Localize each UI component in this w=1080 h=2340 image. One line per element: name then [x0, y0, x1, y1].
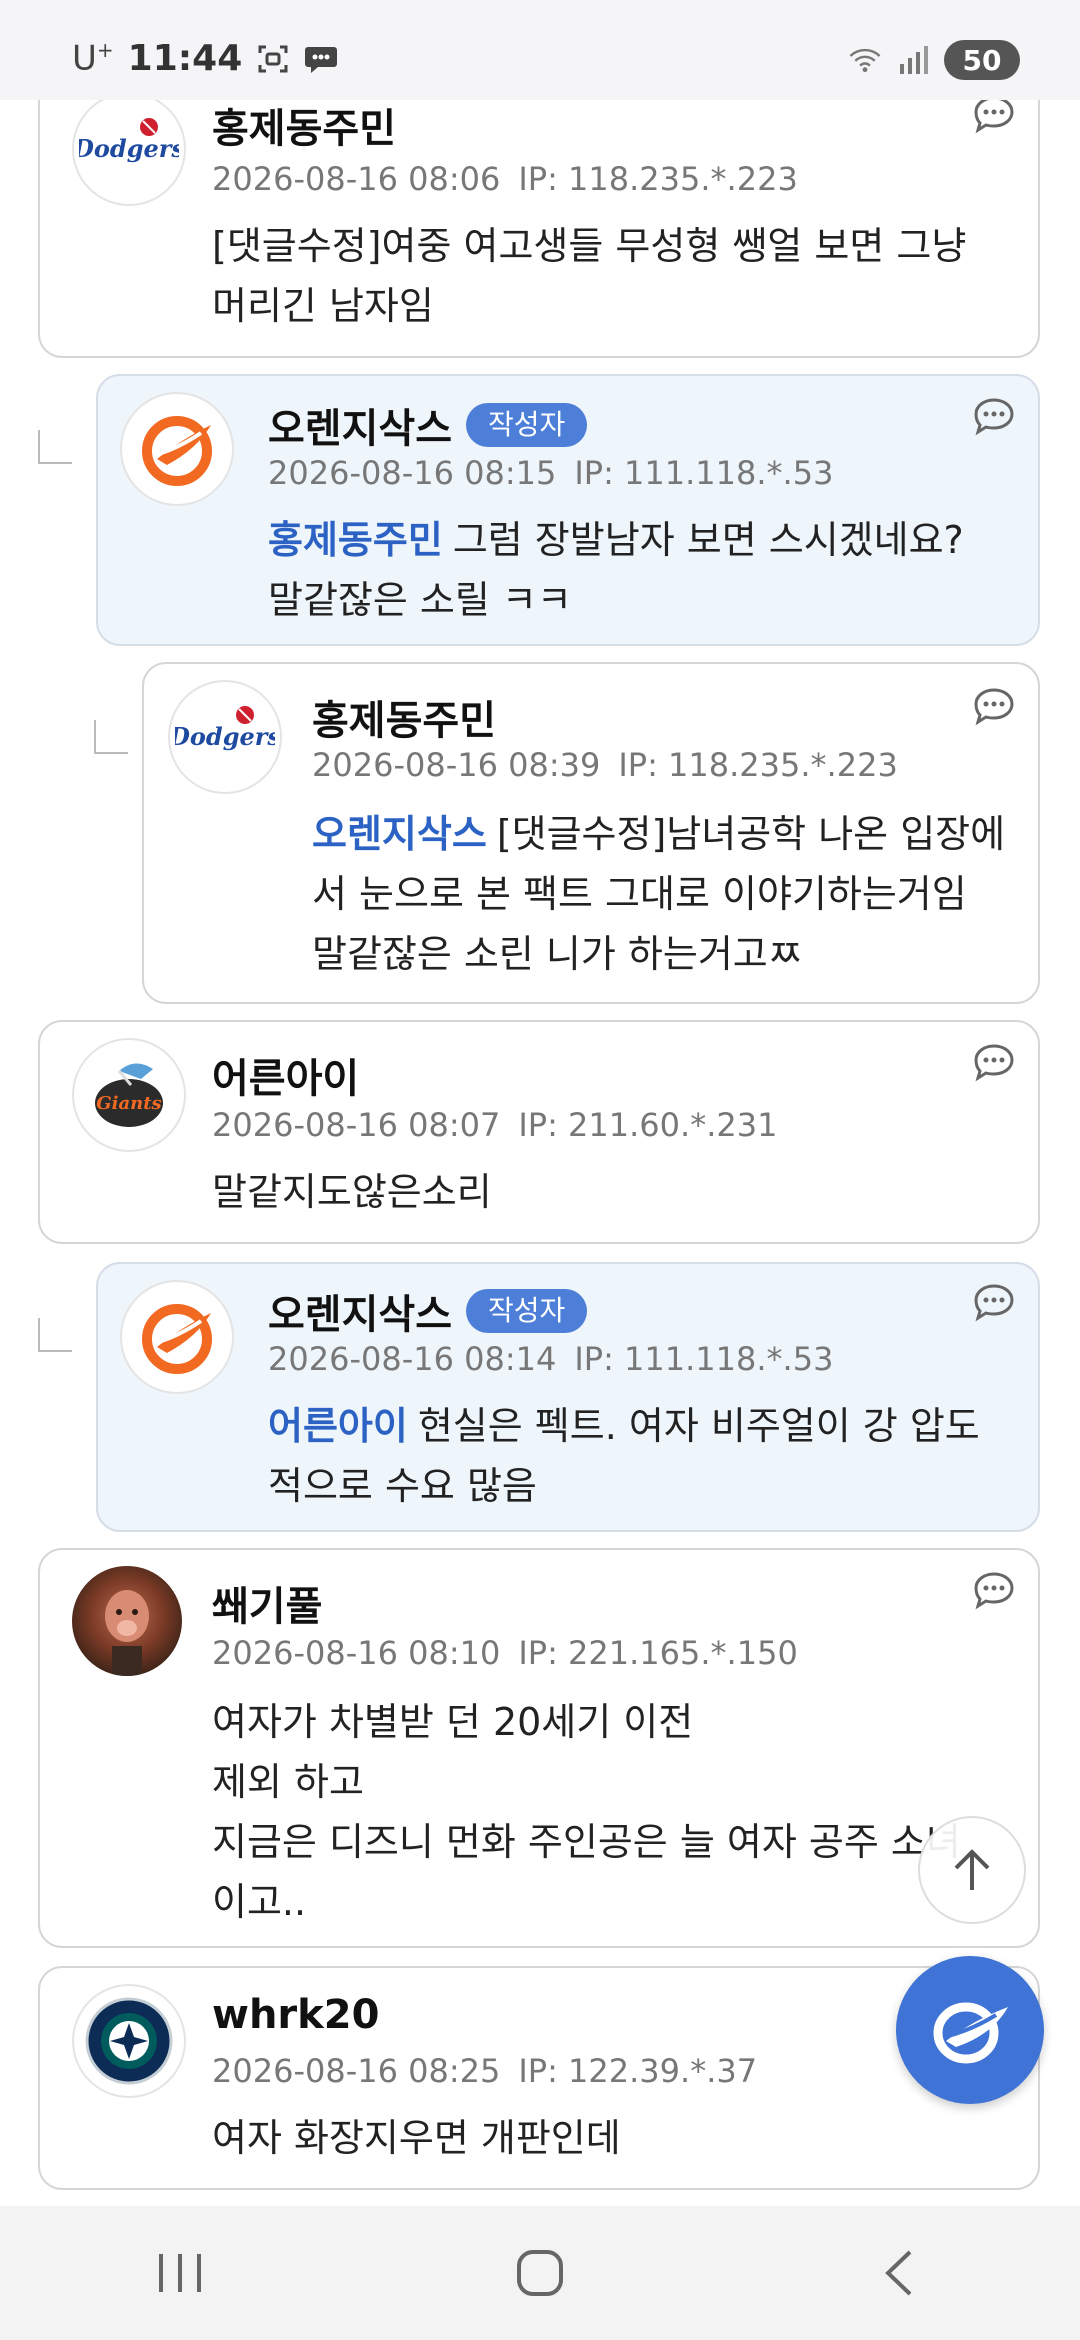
comment-card: 쐐기풀 2026-08-16 08:10 IP: 221.165.*.150 여자…	[38, 1548, 1040, 1948]
back-icon	[885, 2250, 912, 2296]
reply-card: Dodgers 홍제동주민 2026-08-16 08:39IP: 118.23…	[142, 662, 1040, 1004]
back-button[interactable]	[840, 2233, 960, 2313]
comment-author[interactable]: 오렌지삭스 작성자	[268, 1282, 588, 1340]
comment-body: 말같지도않은소리	[212, 1170, 492, 1214]
avatar-mariners-logo[interactable]	[72, 1984, 186, 2098]
screenshot-icon	[256, 42, 290, 76]
comment-card: whrk20 2026-08-16 08:25 IP: 122.39.*.37 여…	[38, 1966, 1040, 2190]
svg-text:Dodgers: Dodgers	[175, 722, 275, 751]
reply-connector	[94, 720, 128, 754]
reply-comment-icon[interactable]	[972, 1042, 1016, 1082]
comment-meta: 2026-08-16 08:06 IP: 118.235.*.223	[212, 160, 798, 198]
avatar-dodgers-logo[interactable]: Dodgers	[168, 680, 282, 794]
reply-comment-icon[interactable]	[972, 1570, 1016, 1610]
mention-link[interactable]: 홍제동주민	[268, 518, 443, 562]
avatar-eagles-logo[interactable]	[120, 392, 234, 506]
avatar-dodgers-logo[interactable]: Dodgers	[72, 92, 186, 206]
battery-indicator: 50	[944, 40, 1020, 80]
comment-author[interactable]: 오렌지삭스 작성자	[268, 396, 588, 454]
comment-body: 홍제동주민 그럼 장발남자 보면 스시겠네요? 말같잖은 소릴 ㅋㅋ	[268, 518, 964, 622]
author-badge: 작성자	[466, 1289, 588, 1333]
comment-line: 이고..	[212, 1880, 307, 1924]
comment-body: 오렌지삭스 [댓글수정]남녀공학 나온 입장에서 눈으로 본 팩트 그대로 이야기…	[312, 812, 1006, 976]
comment-author[interactable]: 쐐기풀	[212, 1574, 322, 1632]
system-nav-bar	[0, 2206, 1080, 2340]
comment-card: Dodgers 홍제동주민 2026-08-16 08:06IP: 118.23…	[38, 60, 1040, 358]
svg-text:Giants: Giants	[96, 1093, 161, 1114]
reply-connector	[38, 1318, 72, 1352]
comment-meta: 2026-08-16 08:14 IP: 111.118.*.53	[268, 1340, 834, 1378]
clock: 11:44	[127, 38, 243, 79]
comment-author[interactable]: whrk20	[212, 1992, 379, 2038]
wifi-icon	[848, 43, 882, 77]
carrier-label: U+	[72, 38, 114, 79]
chat-bubble-icon	[304, 42, 338, 76]
recent-apps-icon	[159, 2254, 201, 2292]
reply-card: 오렌지삭스 작성자 2026-08-16 08:15 IP: 111.118.*.5…	[96, 374, 1040, 646]
home-icon	[517, 2250, 563, 2296]
comment-body: 여자 화장지우면 개판인데	[212, 2116, 621, 2160]
reply-comment-icon[interactable]	[972, 94, 1016, 134]
comment-line: 제외 하고	[212, 1760, 364, 1804]
comment-line: 여자가 차별받 던 20세기 이전	[212, 1700, 694, 1744]
reply-card: 오렌지삭스 작성자 2026-08-16 08:14 IP: 111.118.*.5…	[96, 1262, 1040, 1532]
reply-comment-icon[interactable]	[972, 396, 1016, 436]
comment-card: Giants 어른아이 2026-08-16 08:07 IP: 211.60.*…	[38, 1020, 1040, 1244]
comment-meta: 2026-08-16 08:39 IP: 118.235.*.223	[312, 746, 898, 784]
comment-line: 지금은 디즈니 먼화 주인공은 늘 여자 공주 소녀	[212, 1820, 961, 1864]
app-logo-icon	[933, 2002, 1008, 2064]
signal-icon	[896, 43, 930, 77]
comment-meta: 2026-08-16 08:10 IP: 221.165.*.150	[212, 1634, 798, 1672]
comment-author[interactable]: 어른아이	[212, 1046, 359, 1104]
comment-body: 어른아이 현실은 펙트. 여자 비주얼이 강 압도적으로 수요 많음	[268, 1404, 980, 1508]
avatar-eagles-logo[interactable]	[120, 1280, 234, 1394]
scroll-to-top-button[interactable]	[918, 1816, 1026, 1924]
comment-author[interactable]: 홍제동주민	[212, 96, 396, 154]
mention-link[interactable]: 어른아이	[268, 1404, 408, 1448]
status-bar: U+ 11:44 50	[0, 0, 1080, 100]
author-badge: 작성자	[466, 403, 588, 447]
svg-text:Dodgers: Dodgers	[79, 134, 179, 163]
arrow-up-icon	[954, 1849, 990, 1890]
recent-apps-button[interactable]	[120, 2233, 240, 2313]
write-comment-fab[interactable]	[896, 1956, 1044, 2104]
avatar-giants-logo[interactable]: Giants	[72, 1038, 186, 1152]
reply-comment-icon[interactable]	[972, 686, 1016, 726]
avatar-lion-photo[interactable]	[72, 1566, 182, 1676]
comment-body: 여자가 차별받 던 20세기 이전 제외 하고 지금은 디즈니 먼화 주인공은 …	[212, 1692, 1032, 1932]
home-button[interactable]	[480, 2233, 600, 2313]
reply-comment-icon[interactable]	[972, 1282, 1016, 1322]
comment-body: [댓글수정]여중 여고생들 무성형 쌩얼 보면 그냥 머리긴 남자임	[212, 224, 967, 328]
comment-author[interactable]: 홍제동주민	[312, 688, 496, 746]
mention-link[interactable]: 오렌지삭스	[312, 812, 487, 856]
comment-meta: 2026-08-16 08:25 IP: 122.39.*.37	[212, 2052, 758, 2090]
comment-meta: 2026-08-16 08:07 IP: 211.60.*.231	[212, 1106, 778, 1144]
comment-meta: 2026-08-16 08:15 IP: 111.118.*.53	[268, 454, 834, 492]
reply-connector	[38, 430, 72, 464]
